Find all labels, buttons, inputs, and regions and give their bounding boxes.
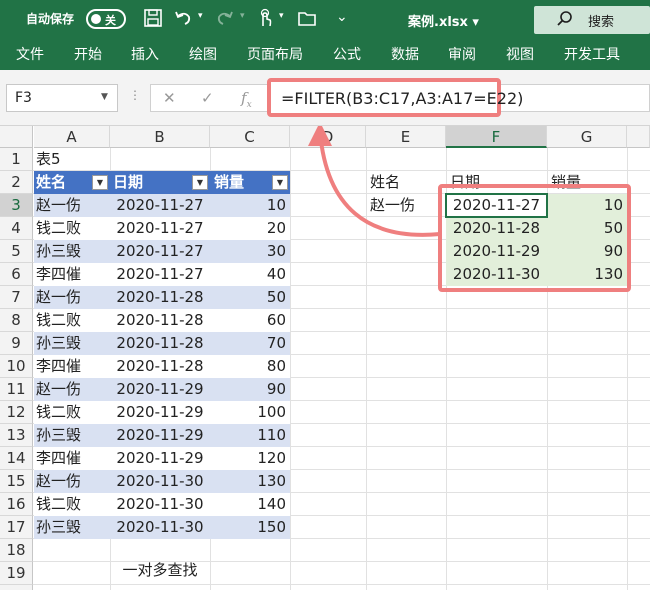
tab-file[interactable]: 文件 xyxy=(16,44,44,64)
enter-icon[interactable]: ✓ xyxy=(201,89,214,107)
folder-icon[interactable] xyxy=(296,8,318,30)
file-name[interactable]: 案例.xlsx ▾ xyxy=(408,11,479,30)
undo-icon[interactable] xyxy=(172,8,194,30)
ribbon-tabs: 文件 开始 插入 绘图 页面布局 公式 数据 审阅 视图 开发工具 xyxy=(0,38,650,70)
search-icon xyxy=(556,10,574,32)
cancel-icon[interactable]: ✕ xyxy=(163,89,176,107)
tab-review[interactable]: 审阅 xyxy=(448,44,476,64)
excel-window: 自动保存 关 ▾ ▾ ▾ ⌄ 案例.xlsx ▾ 搜索 文件 开始 插入 绘图 … xyxy=(0,0,650,590)
name-box-dropdown-icon[interactable]: ▼ xyxy=(101,92,108,102)
arrow-head-icon xyxy=(308,126,332,146)
name-box-value: F3 xyxy=(15,90,32,106)
title-bar: 自动保存 关 ▾ ▾ ▾ ⌄ 案例.xlsx ▾ 搜索 xyxy=(0,0,650,38)
tab-data[interactable]: 数据 xyxy=(391,44,419,64)
customize-toolbar-icon[interactable]: ⌄ xyxy=(336,9,348,25)
insert-function-icon[interactable]: fx xyxy=(241,89,252,110)
search-label: 搜索 xyxy=(588,15,615,30)
redo-icon[interactable] xyxy=(214,8,236,30)
file-name-text: 案例.xlsx xyxy=(408,15,468,30)
tab-view[interactable]: 视图 xyxy=(506,44,534,64)
arrow-annotation xyxy=(308,126,441,237)
worksheet-grid[interactable]: A B C D E F G 12345678910111213141516171… xyxy=(0,126,650,590)
tab-draw[interactable]: 绘图 xyxy=(189,44,217,64)
autosave-state: 关 xyxy=(105,14,116,27)
autosave-toggle[interactable]: 关 xyxy=(86,9,126,29)
tab-insert[interactable]: 插入 xyxy=(131,44,159,64)
autosave-label: 自动保存 xyxy=(26,12,75,26)
name-box[interactable]: F3 ▼ xyxy=(6,84,118,112)
arrow-curve xyxy=(318,131,441,237)
formula-input[interactable]: =FILTER(B3:C17,A3:A17=E22) xyxy=(281,89,523,108)
undo-dropdown-icon[interactable]: ▾ xyxy=(198,11,203,21)
touch-mode-icon[interactable] xyxy=(254,8,276,30)
save-icon[interactable] xyxy=(142,8,164,30)
redo-dropdown-icon[interactable]: ▾ xyxy=(240,11,245,21)
tab-developer[interactable]: 开发工具 xyxy=(564,44,620,64)
tab-home[interactable]: 开始 xyxy=(74,44,102,64)
touch-dropdown-icon[interactable]: ▾ xyxy=(279,11,284,21)
splitter-handle[interactable]: ⋮ xyxy=(129,88,141,102)
toggle-knob xyxy=(91,14,101,24)
search-box[interactable]: 搜索 xyxy=(534,6,650,34)
formula-highlight-box[interactable]: =FILTER(B3:C17,A3:A17=E22) xyxy=(267,78,523,117)
tab-page-layout[interactable]: 页面布局 xyxy=(247,44,303,64)
tab-formulas[interactable]: 公式 xyxy=(333,44,361,64)
